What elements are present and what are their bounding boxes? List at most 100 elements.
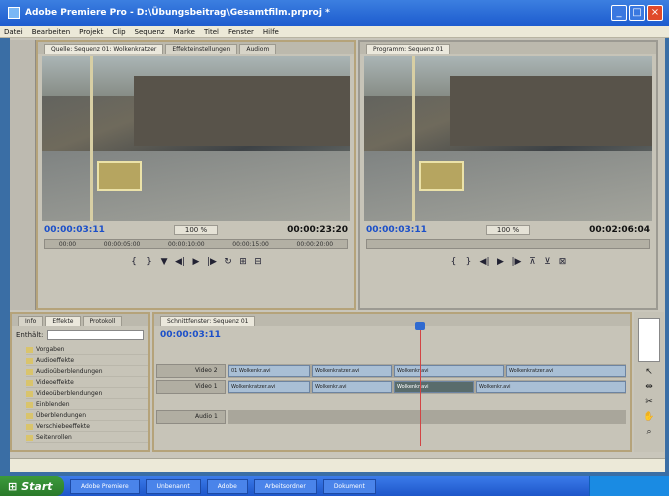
list-item-label: Videoüberblendungen	[36, 390, 103, 397]
maximize-icon[interactable]: □	[629, 5, 645, 21]
source-zoom-select[interactable]: 100 %	[173, 225, 219, 235]
insert-icon[interactable]: ⊞	[239, 257, 247, 267]
timeline-clip-selected[interactable]: Wolkenkr.avi	[394, 381, 474, 393]
timeline-clip[interactable]: Wolkenkratzer.avi	[312, 365, 392, 377]
menu-sequenz[interactable]: Sequenz	[135, 28, 165, 36]
taskbar-item[interactable]: Dokument	[322, 478, 376, 494]
track-audio1	[228, 410, 626, 424]
source-current-time[interactable]: 00:00:03:11	[44, 225, 105, 235]
list-item-label: Verschiebeeffekte	[36, 423, 90, 430]
menu-marke[interactable]: Marke	[174, 28, 195, 36]
track-header-video2[interactable]: Video 2	[156, 364, 226, 378]
ruler-label: 00:00:20:00	[296, 240, 334, 248]
timeline-clip[interactable]: Wolkenkr.avi	[394, 365, 504, 377]
set-in-icon[interactable]: {	[450, 257, 458, 267]
minimize-icon[interactable]: _	[611, 5, 627, 21]
list-item[interactable]: Überblendungen	[26, 410, 148, 421]
source-monitor: Quelle: Sequenz 01: Wolkenkratzer Effekt…	[36, 40, 356, 310]
step-back-icon[interactable]: ◀|	[175, 257, 185, 267]
taskbar-item[interactable]: Adobe	[206, 478, 248, 494]
folder-icon	[26, 357, 33, 364]
menu-datei[interactable]: Datei	[4, 28, 23, 36]
menu-hilfe[interactable]: Hilfe	[263, 28, 279, 36]
ruler-label: 00:00	[58, 240, 77, 248]
set-out-icon[interactable]: }	[465, 257, 473, 267]
folder-icon	[26, 434, 33, 441]
list-item[interactable]: Verschiebeeffekte	[26, 421, 148, 432]
playhead-handle-icon[interactable]	[415, 322, 425, 330]
razor-tool-icon[interactable]: ✂	[645, 397, 653, 407]
taskbar-item[interactable]: Unbenannt	[145, 478, 201, 494]
program-current-time[interactable]: 00:00:03:11	[366, 225, 427, 235]
tab-audio-mixer[interactable]: Audiom	[239, 44, 277, 54]
close-icon[interactable]: ×	[647, 5, 663, 21]
tab-program[interactable]: Programm: Sequenz 01	[366, 44, 451, 54]
timeline-clip[interactable]: Wolkenkr.avi	[476, 381, 626, 393]
tab-info[interactable]: Info	[18, 316, 44, 326]
list-item[interactable]: Audioeffekte	[26, 355, 148, 366]
timeline-current-time[interactable]: 00:00:03:11	[154, 326, 630, 344]
list-item[interactable]: Einblenden	[26, 399, 148, 410]
step-forward-icon[interactable]: |▶	[512, 257, 522, 267]
tools-panel: ↖ ⇹ ✂ ✋ ⌕	[634, 312, 664, 452]
timeline-playhead[interactable]	[420, 326, 421, 446]
folder-icon	[26, 401, 33, 408]
play-icon[interactable]: ▶	[497, 257, 505, 267]
ripple-edit-tool-icon[interactable]: ⇹	[645, 382, 653, 392]
track-header-video1[interactable]: Video 1	[156, 380, 226, 394]
program-monitor: Programm: Sequenz 01 00:00:03:11 100 % 0…	[358, 40, 658, 310]
tab-history[interactable]: Protokoll	[82, 316, 123, 326]
list-item[interactable]: Vorgaben	[26, 344, 148, 355]
tab-effect-controls[interactable]: Effekteinstellungen	[165, 44, 238, 54]
start-button[interactable]: ⊞ Start	[0, 476, 64, 496]
selection-tool-icon[interactable]: ↖	[645, 367, 653, 377]
audio-meter	[638, 318, 660, 362]
lift-icon[interactable]: ⊼	[528, 257, 536, 267]
set-in-icon[interactable]: {	[130, 257, 138, 267]
zoom-tool-icon[interactable]: ⌕	[646, 427, 651, 437]
menu-titel[interactable]: Titel	[204, 28, 219, 36]
folder-icon	[26, 412, 33, 419]
folder-icon	[26, 423, 33, 430]
list-item[interactable]: Videoüberblendungen	[26, 388, 148, 399]
list-item[interactable]: Seitenrollen	[26, 432, 148, 443]
hand-tool-icon[interactable]: ✋	[643, 412, 654, 422]
loop-icon[interactable]: ↻	[224, 257, 232, 267]
marker-icon[interactable]: ▼	[160, 257, 168, 267]
extract-icon[interactable]: ⊻	[543, 257, 551, 267]
step-forward-icon[interactable]: |▶	[207, 257, 217, 267]
tab-timeline[interactable]: Schnittfenster: Sequenz 01	[160, 316, 256, 326]
search-input[interactable]	[47, 330, 144, 340]
taskbar-item[interactable]: Arbeitsordner	[253, 478, 317, 494]
folder-icon	[26, 379, 33, 386]
taskbar-item[interactable]: Adobe Premiere	[70, 478, 140, 494]
timeline-clip[interactable]: Wolkenkratzer.avi	[506, 365, 626, 377]
list-item[interactable]: Audioüberblendungen	[26, 366, 148, 377]
list-item-label: Videoeffekte	[36, 379, 74, 386]
left-toolbar	[10, 40, 36, 310]
play-icon[interactable]: ▶	[192, 257, 200, 267]
step-back-icon[interactable]: ◀|	[480, 257, 490, 267]
menu-projekt[interactable]: Projekt	[79, 28, 103, 36]
program-time-ruler[interactable]	[366, 239, 650, 249]
tab-source[interactable]: Quelle: Sequenz 01: Wolkenkratzer	[44, 44, 164, 54]
list-item-label: Audioüberblendungen	[36, 368, 103, 375]
source-video-frame	[42, 56, 350, 221]
list-item-label: Audioeffekte	[36, 357, 75, 364]
timeline-clip[interactable]: Wolkenkr.avi	[312, 381, 392, 393]
program-zoom-select[interactable]: 100 %	[485, 225, 531, 235]
timeline-clip[interactable]: 01 Wolkenkr.avi	[228, 365, 310, 377]
source-time-ruler[interactable]: 00:00 00:00:05:00 00:00:10:00 00:00:15:0…	[44, 239, 348, 249]
list-item[interactable]: Videoeffekte	[26, 377, 148, 388]
menu-clip[interactable]: Clip	[112, 28, 125, 36]
set-out-icon[interactable]: }	[145, 257, 153, 267]
menu-bearbeiten[interactable]: Bearbeiten	[32, 28, 70, 36]
track-header-audio1[interactable]: Audio 1	[156, 410, 226, 424]
trim-icon[interactable]: ⊠	[558, 257, 567, 267]
menu-fenster[interactable]: Fenster	[228, 28, 254, 36]
track-name: Audio 1	[195, 413, 218, 420]
tab-effects[interactable]: Effekte	[45, 316, 81, 326]
program-video-frame	[364, 56, 652, 221]
timeline-clip[interactable]: Wolkenkratzer.avi	[228, 381, 310, 393]
overlay-icon[interactable]: ⊟	[254, 257, 262, 267]
